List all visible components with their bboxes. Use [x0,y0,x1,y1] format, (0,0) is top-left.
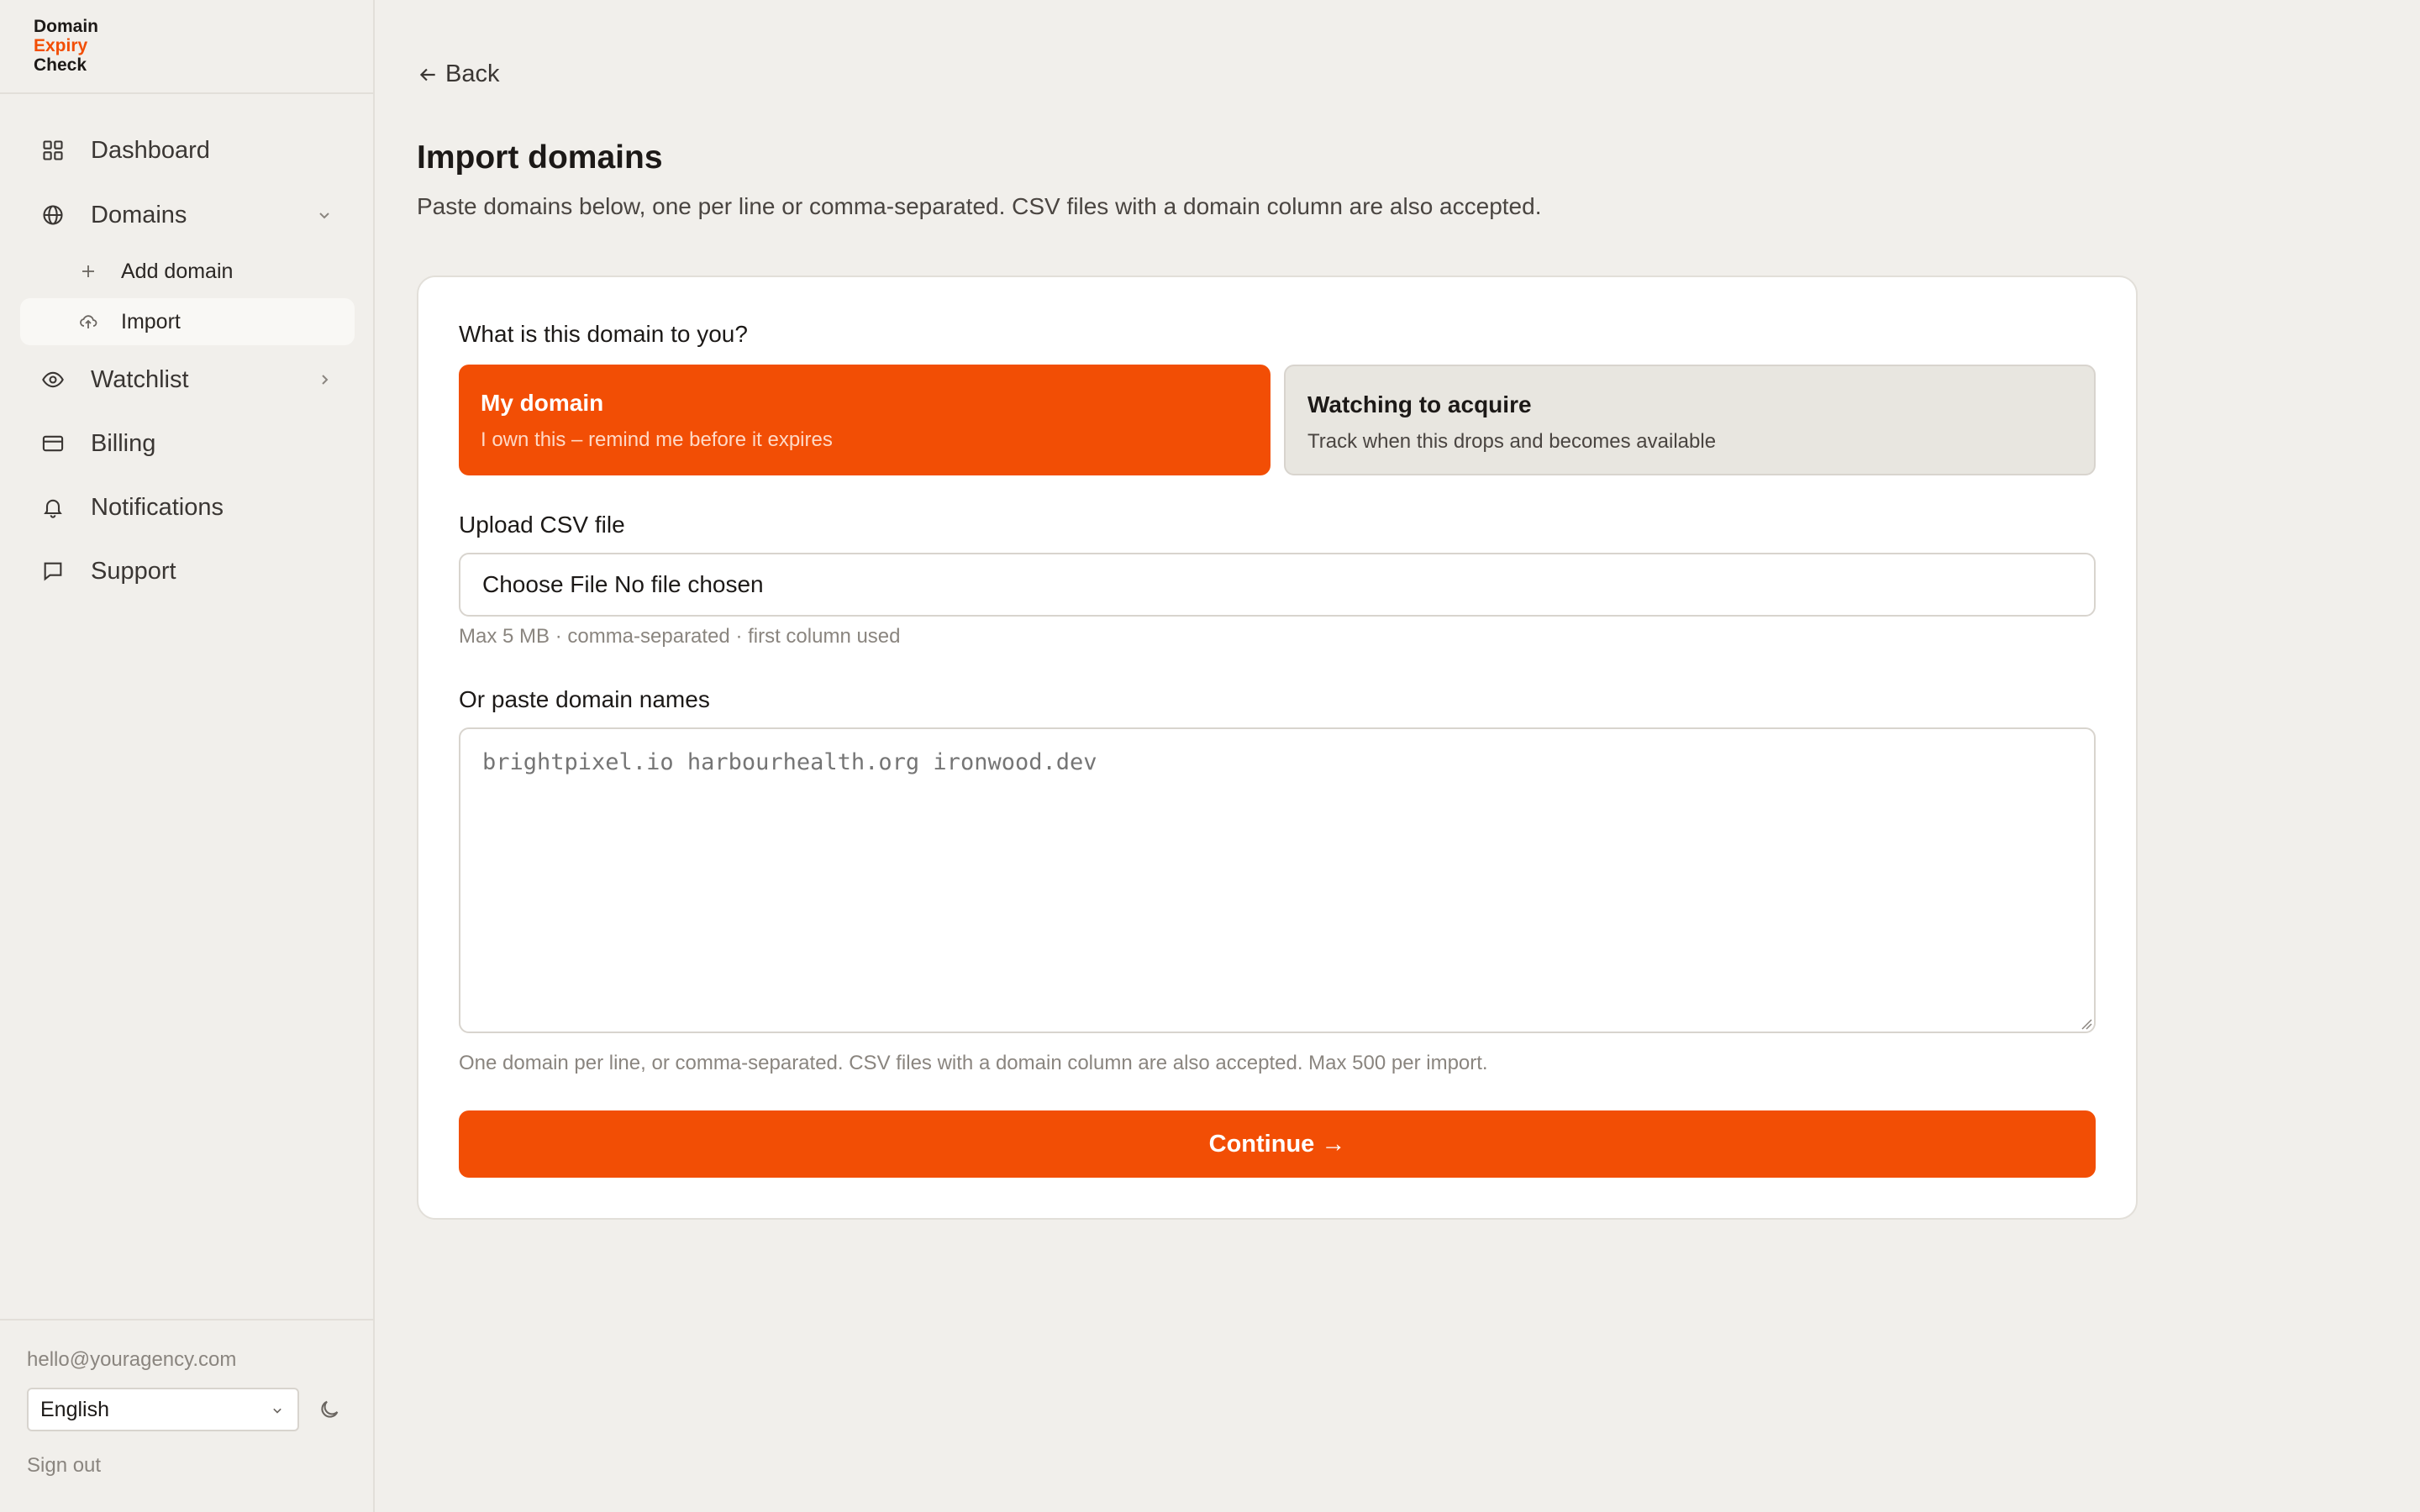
continue-button[interactable]: Continue → [459,1110,2096,1178]
sidebar-footer-divider [0,1319,373,1320]
logo-line-3: Check [34,55,87,75]
sidebar-item-label: Watchlist [91,365,189,393]
globe-icon [40,202,66,228]
sidebar-item-watchlist[interactable]: Watchlist [20,354,355,406]
resize-grip-icon[interactable] [2079,1016,2092,1030]
upload-cloud-icon [77,311,99,333]
credit-card-icon [40,431,66,456]
logo-divider [0,92,373,94]
logo-line-2: Expiry [34,36,88,55]
arrow-left-icon [419,68,435,81]
sidebar: Domain Expiry Check Dashboard Domains Ad… [0,0,375,1512]
back-link[interactable]: Back [417,60,499,88]
app-logo[interactable]: Domain Expiry Check [34,17,98,75]
sidebar-subitem-add-domain[interactable]: Add domain [20,248,355,295]
sidebar-item-label: Domains [91,201,187,228]
chevron-down-icon [319,213,329,219]
page-title: Import domains [417,139,663,176]
domain-names-textarea[interactable] [459,727,2096,1033]
logo-line-1: Domain [34,17,99,36]
sidebar-item-billing[interactable]: Billing [20,417,355,470]
sign-out-link[interactable]: Sign out [27,1454,101,1478]
chat-icon [40,559,66,584]
upload-csv-label: Upload CSV file [459,512,625,538]
option-subtitle: Track when this drops and becomes availa… [1307,430,1717,453]
eye-icon [40,367,66,392]
sidebar-item-label: Notifications [91,493,224,521]
page-description: Paste domains below, one per line or com… [417,193,1542,219]
user-email: hello@youragency.com [27,1348,237,1371]
sidebar-item-label: Billing [91,429,156,457]
moon-icon[interactable] [318,1398,341,1421]
paste-domains-label: Or paste domain names [459,686,710,712]
sidebar-item-label: Dashboard [91,136,210,164]
chevron-down-icon [273,1408,281,1414]
option-subtitle: I own this – remind me before it expires [481,428,833,451]
chevron-right-icon [322,375,329,385]
sidebar-item-notifications[interactable]: Notifications [20,481,355,533]
language-select-value: English [40,1397,109,1421]
sidebar-item-dashboard[interactable]: Dashboard [20,124,355,176]
sidebar-subitem-label: Add domain [121,259,234,283]
upload-hint: Max 5 MB · comma-separated · first colum… [459,625,901,648]
paste-hint: One domain per line, or comma-separated.… [459,1052,1488,1074]
option-my-domain[interactable]: My domain I own this – remind me before … [459,365,1270,475]
plus-icon [77,260,99,282]
domain-relationship-label: What is this domain to you? [459,321,748,347]
sidebar-subitem-label: Import [121,309,181,333]
sidebar-item-support[interactable]: Support [20,545,355,597]
grid-icon [40,138,66,163]
sidebar-item-domains[interactable]: Domains [20,189,355,241]
option-title: My domain [481,390,604,416]
bell-icon [40,495,66,520]
language-select[interactable]: English [27,1388,299,1431]
option-watching-to-acquire[interactable]: Watching to acquire Track when this drop… [1284,365,2096,475]
back-label: Back [445,60,500,87]
csv-file-input[interactable]: Choose File No file chosen [459,553,2096,617]
sidebar-item-label: Support [91,557,176,585]
option-title: Watching to acquire [1307,391,1532,417]
sidebar-subitem-import[interactable]: Import [20,298,355,345]
